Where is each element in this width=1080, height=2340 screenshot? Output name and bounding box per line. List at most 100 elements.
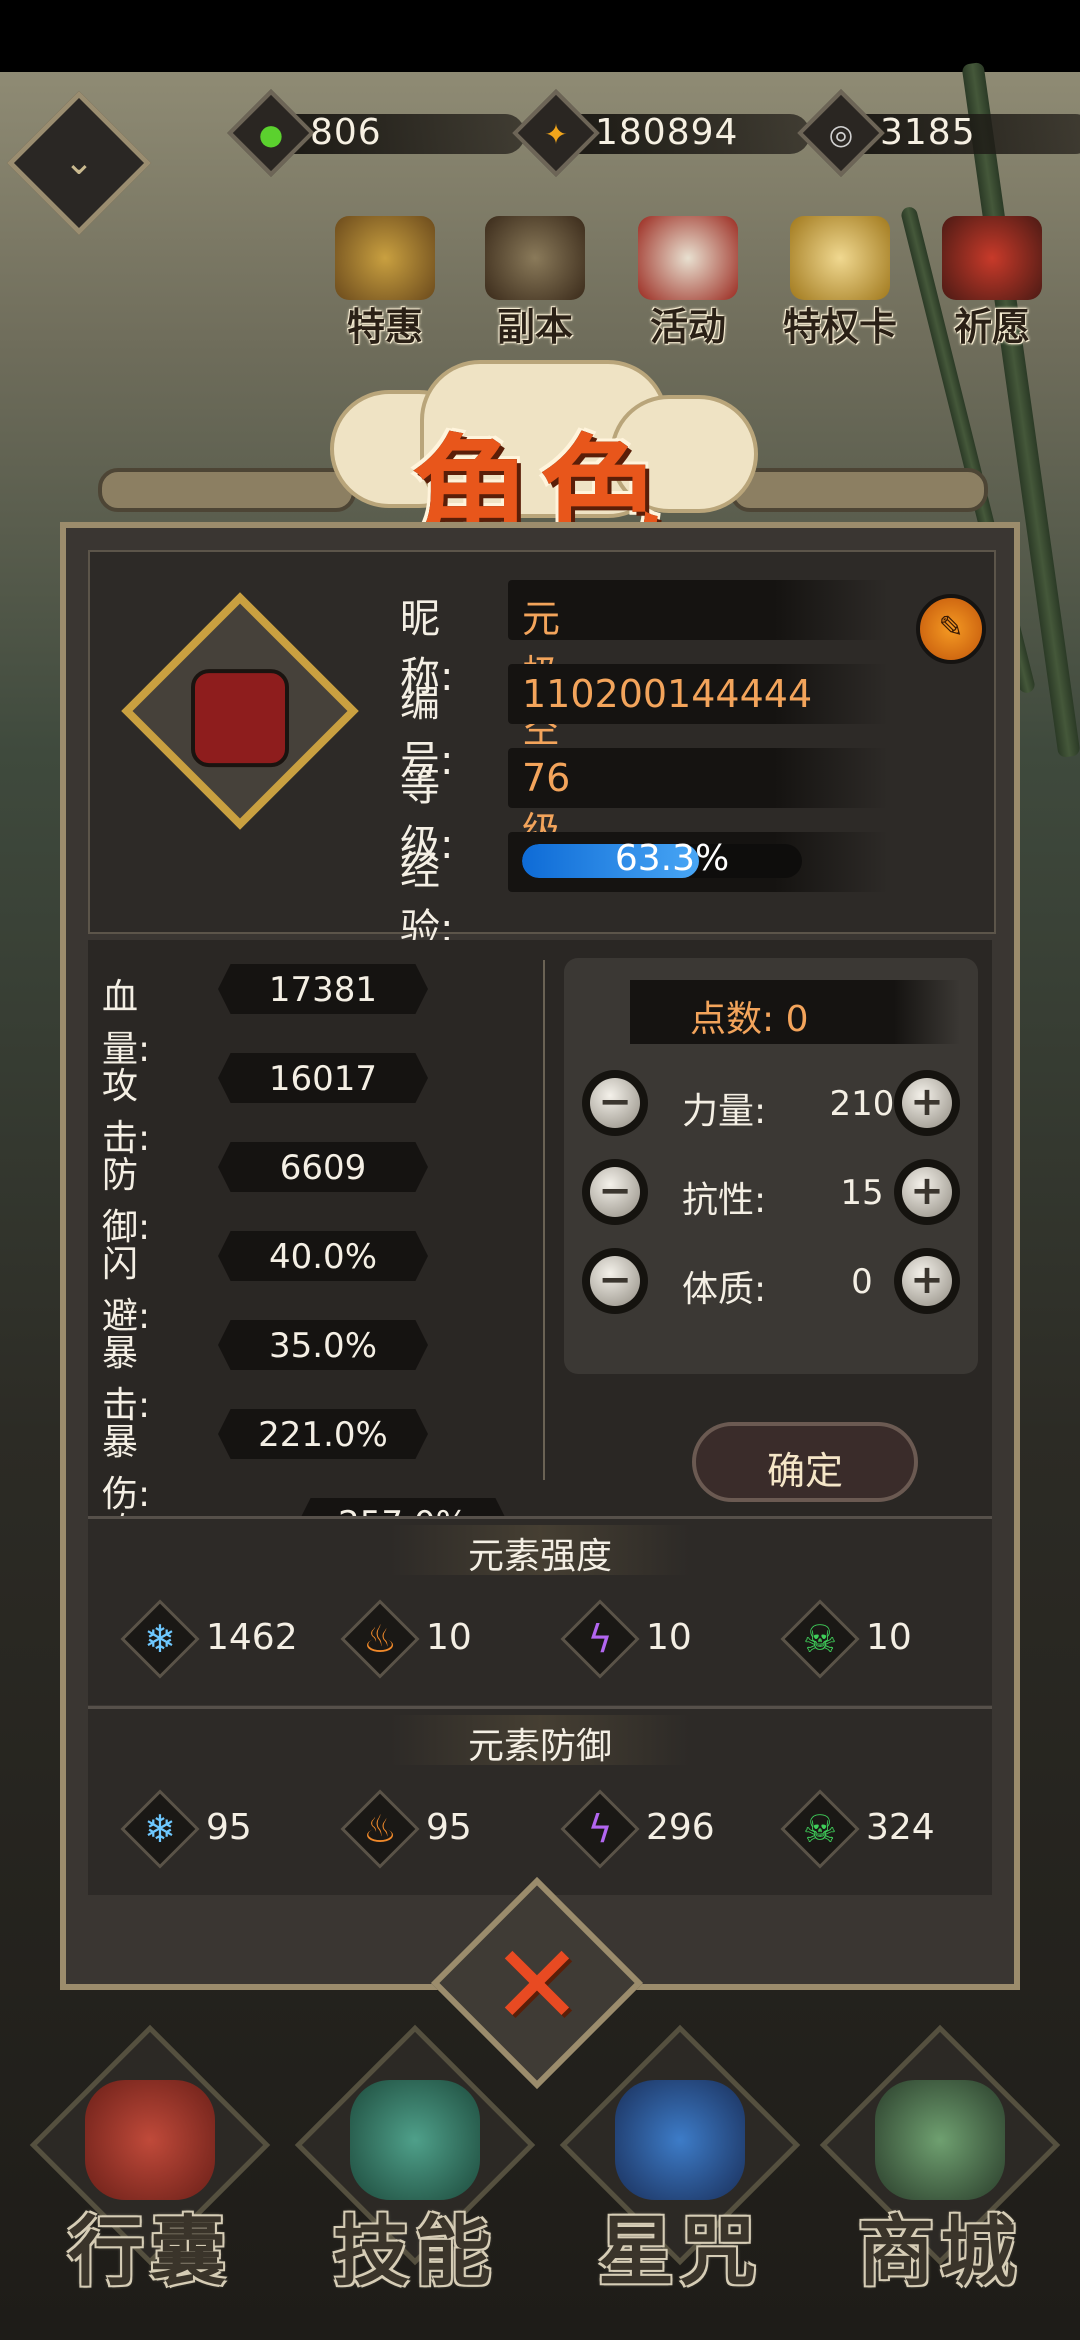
stats-section: 血量: 17381 攻击: 16017 防御: 6609 闪避: 40.0% 暴… [88,940,992,1516]
stats-list[interactable]: 血量: 17381 攻击: 16017 防御: 6609 闪避: 40.0% 暴… [88,940,528,1516]
fire-icon: ♨ [362,1617,398,1661]
element-item: ϟ 296 [560,1789,774,1869]
element-value: 95 [206,1807,252,1848]
increase-resistance-button[interactable]: + [894,1159,960,1225]
profile-section: 昵称: 元极空 ✎ 编号: 110200144444 等级: 76级 经验: [88,550,996,952]
feature-privilege-card-button[interactable]: 特权卡 [780,210,900,350]
attribute-label: 抗性: [682,1180,767,1221]
lightning-icon: ϟ [587,1617,613,1661]
minus-icon: − [590,1256,640,1306]
stat-value: 221.0% [258,1415,388,1455]
points-text: 点数: 0 [690,999,809,1040]
poison-skull-icon: ☠ [802,1617,838,1661]
feature-label: 特惠 [346,305,423,349]
element-item: ♨ 10 [340,1599,554,1679]
exp-percent: 63.3% [614,838,730,879]
feature-label: 副本 [496,305,573,349]
minus-icon: − [590,1078,640,1128]
section-title: 元素强度 [467,1536,612,1577]
element-item: ϟ 10 [560,1599,774,1679]
element-value: 95 [426,1807,472,1848]
stat-value: 257.0% [298,1504,508,1516]
ice-snowflake-icon: ❄ [144,1617,176,1661]
status-bar [0,0,1080,72]
element-value: 296 [646,1807,715,1848]
currency-value: 180894 [595,112,739,153]
avatar [191,669,289,768]
drum-icon [638,216,738,300]
minus-icon: − [590,1167,640,1217]
id-value: 110200144444 [522,672,813,716]
treasure-chest-icon [335,216,435,300]
chevron-down-icon: ⌄ [63,142,95,183]
increase-strength-button[interactable]: + [894,1070,960,1136]
ice-snowflake-icon: ❄ [144,1807,176,1851]
bag-icon [85,2080,215,2200]
fire-icon: ♨ [362,1807,398,1851]
stat-value: 40.0% [268,1237,377,1277]
plus-icon: + [902,1167,952,1217]
privilege-card-icon [790,216,890,300]
samurai-helmet-icon [485,216,585,300]
close-icon[interactable]: ✕ [487,1930,587,2040]
shop-icon [875,2080,1005,2200]
plus-icon: + [902,1078,952,1128]
stat-value: 16017 [268,1059,378,1099]
decrease-strength-button[interactable]: − [582,1070,648,1136]
feature-label: 祈愿 [953,305,1030,349]
edit-nickname-button[interactable]: ✎ [916,594,986,664]
decrease-constitution-button[interactable]: − [582,1248,648,1314]
character-panel: 昵称: 元极空 ✎ 编号: 110200144444 等级: 76级 经验: [60,522,1020,1990]
avatar-frame[interactable] [121,592,359,830]
element-value: 1462 [206,1617,298,1658]
point-allocation-panel: 点数: 0 − 力量: 210 + − 抗性: 15 + − 体质: 0 + [564,958,978,1374]
nav-label: 技能 [333,2207,497,2296]
element-item: ☠ 10 [780,1599,994,1679]
stat-value: 35.0% [268,1326,377,1366]
nav-label: 商城 [858,2207,1022,2296]
gold-coin-icon: ✦ [544,117,568,151]
increase-constitution-button[interactable]: + [894,1248,960,1314]
currency-value: 3185 [880,112,976,153]
attribute-row-resistance: − 抗性: 15 + [582,1155,962,1229]
blade-skill-icon [350,2080,480,2200]
star-scroll-icon [615,2080,745,2200]
nav-label: 星咒 [598,2207,762,2296]
element-item: ❄ 95 [120,1789,334,1869]
feature-label: 活动 [649,305,726,349]
stat-label: 攻击速度 [102,1502,138,1516]
stat-value: 17381 [268,970,378,1010]
plus-icon: + [902,1256,952,1306]
currency-green-gem: ● 806 [227,89,525,177]
element-item: ☠ 324 [780,1789,994,1869]
attribute-label: 体质: [682,1269,767,1310]
confirm-button[interactable]: 确定 [692,1422,918,1502]
attribute-label: 力量: [682,1091,767,1132]
feature-special-offer-button[interactable]: 特惠 [325,210,445,350]
attribute-row-constitution: − 体质: 0 + [582,1244,962,1318]
divider [543,960,545,1480]
element-item: ♨ 95 [340,1789,554,1869]
nav-skills-button[interactable]: 技能 [290,2024,540,2300]
feature-wish-button[interactable]: 祈愿 [932,210,1052,350]
points-badge: 点数: 0 [630,980,960,1044]
element-defense-section: 元素防御 ❄ 95 ♨ 95 ϟ 296 ☠ 324 [88,1706,992,1895]
element-item: ❄ 1462 [120,1599,334,1679]
element-value: 324 [866,1807,935,1848]
decrease-resistance-button[interactable]: − [582,1159,648,1225]
element-value: 10 [426,1617,472,1658]
poison-skull-icon: ☠ [802,1807,838,1851]
silver-token-icon: ◎ [828,117,854,151]
nav-star-curse-button[interactable]: 星咒 [555,2024,805,2300]
currency-silver-token: ◎ 3185 [797,89,1080,177]
nav-bag-button[interactable]: 行囊 [25,2024,275,2300]
pencil-icon: ✎ [938,610,964,645]
feature-dungeon-button[interactable]: 副本 [475,210,595,350]
green-gem-icon: ● [258,117,284,151]
torii-gate-icon [942,216,1042,300]
lightning-icon: ϟ [587,1807,613,1851]
currency-gold-coin: ✦ 180894 [512,89,810,177]
feature-event-button[interactable]: 活动 [628,210,748,350]
nav-shop-button[interactable]: 商城 [815,2024,1065,2300]
exp-label: 经验: [400,848,454,952]
